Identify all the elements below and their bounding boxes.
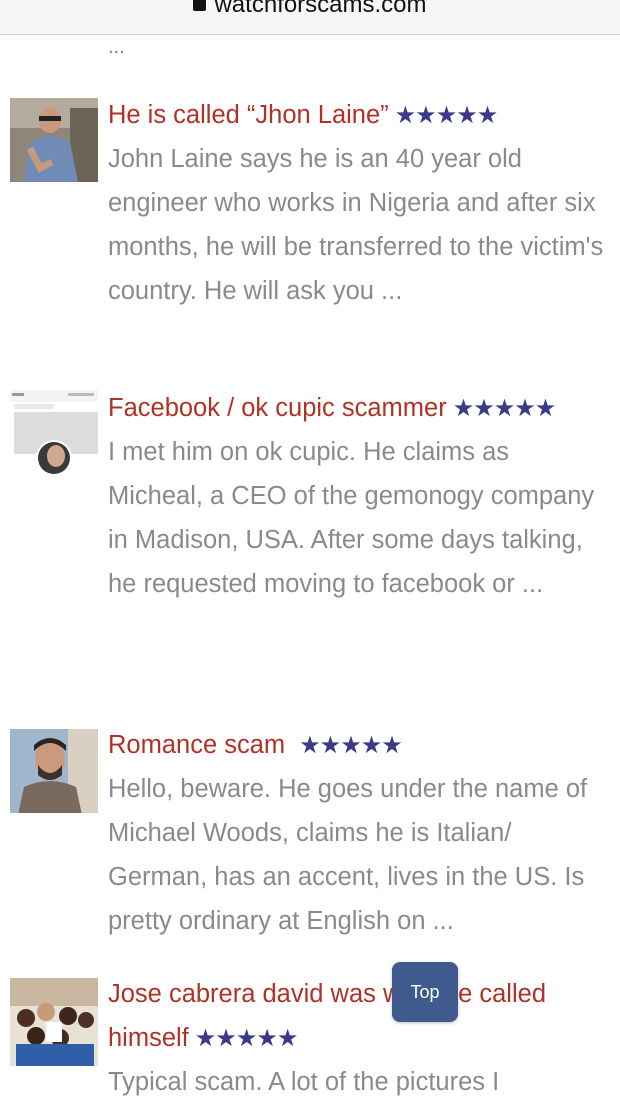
star-rating: ★★★★★	[299, 732, 403, 759]
star-rating: ★★★★★	[452, 395, 557, 422]
scammer-photo-thumbnail[interactable]	[10, 98, 98, 182]
listing-title-row: He is called “Jhon Laine” ★★★★★	[108, 93, 606, 137]
listing-title-row: Facebook / ok cupic scammer ★★★★★	[108, 386, 606, 430]
star-rating: ★★★★★	[194, 1025, 299, 1052]
scammer-photo-thumbnail[interactable]	[10, 390, 98, 474]
scammer-photo-thumbnail[interactable]	[10, 978, 98, 1066]
listing-description: Typical scam. A lot of the pictures I	[108, 1068, 500, 1096]
listing-title-link[interactable]: Romance scam	[108, 731, 285, 759]
back-to-top-button[interactable]: Top	[392, 962, 458, 1022]
listing-title-row: Jose cabrera david was what he called hi…	[108, 972, 606, 1060]
star-rating: ★★★★★	[394, 102, 499, 129]
previous-item-ellipsis: ...	[108, 36, 125, 58]
lock-icon	[193, 0, 207, 11]
listing-description: Hello, beware. He goes under the name of…	[108, 775, 588, 935]
url-display[interactable]: watchforscams.com	[0, 0, 620, 19]
listing-title-link[interactable]: Facebook / ok cupic scammer	[108, 394, 447, 422]
listing-title-link[interactable]: He is called “Jhon Laine”	[108, 101, 389, 129]
listing-title-row: Romance scam ★★★★★	[108, 723, 606, 767]
scammer-photo-thumbnail[interactable]	[10, 729, 98, 813]
url-text: watchforscams.com	[214, 0, 427, 18]
listing-description: John Laine says he is an 40 year old eng…	[108, 145, 604, 305]
listing-title-link[interactable]: Jose cabrera david was what he called hi…	[108, 980, 546, 1052]
browser-url-bar[interactable]: watchforscams.com	[0, 0, 620, 35]
listing-description: I met him on ok cupic. He claims as Mich…	[108, 438, 595, 598]
